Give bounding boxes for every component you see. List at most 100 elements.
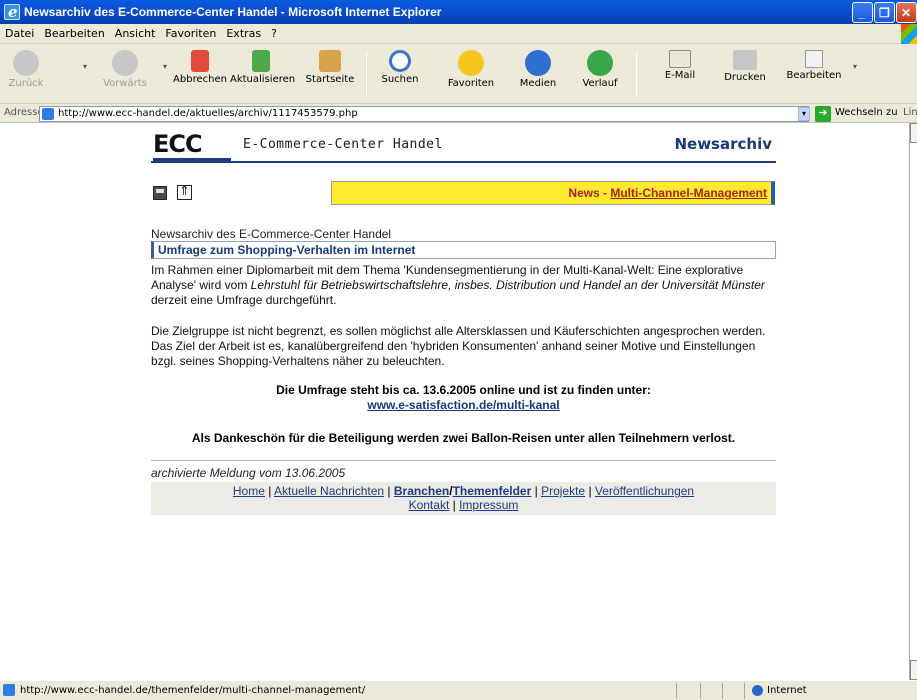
scroll-up-arrow-icon[interactable] <box>910 123 917 143</box>
footer-separator: | <box>531 484 542 498</box>
links-label[interactable]: Links <box>903 107 917 118</box>
thanks-line: Als Dankeschön für die Beteiligung werde… <box>191 431 736 445</box>
scroll-down-arrow-icon[interactable] <box>910 660 917 680</box>
menu-help[interactable]: ? <box>266 24 282 43</box>
footer-link-branchen[interactable]: Branchen <box>394 484 449 498</box>
up-arrow-icon[interactable] <box>177 183 192 200</box>
stop-icon <box>191 50 209 72</box>
back-arrow-icon <box>13 50 39 76</box>
history-icon <box>587 50 613 76</box>
footer-link-imprint[interactable]: Impressum <box>459 498 518 512</box>
footer-link-news[interactable]: Aktuelle Nachrichten <box>274 484 384 498</box>
refresh-icon <box>252 50 270 72</box>
footer-nav: Home | Aktuelle Nachrichten | Branchen/T… <box>151 482 776 515</box>
history-label: Verlauf <box>582 78 618 89</box>
mail-label: E-Mail <box>664 70 696 81</box>
back-dropdown-icon[interactable]: ▾ <box>78 48 88 100</box>
favorites-label: Favoriten <box>447 78 495 89</box>
address-bar: Adresse http://www.ecc-handel.de/aktuell… <box>0 105 917 123</box>
security-zone: Internet <box>767 685 807 696</box>
tools-row: News - Multi-Channel-Management <box>151 181 776 211</box>
refresh-label: Aktualisieren <box>230 74 296 85</box>
footer-separator: | <box>585 484 595 498</box>
mail-button[interactable]: E-Mail <box>660 48 700 100</box>
forward-button[interactable]: Vorwärts <box>100 48 150 100</box>
vertical-scrollbar[interactable] <box>909 123 917 680</box>
forward-label: Vorwärts <box>103 78 147 89</box>
browser-window: Newsarchiv des E-Commerce-Center Handel … <box>0 0 917 700</box>
edit-label: Bearbeiten <box>786 70 842 81</box>
university-chair: Lehrstuhl für Betriebswirtschaftslehre, … <box>250 278 765 292</box>
favorites-star-icon <box>458 50 484 76</box>
media-icon <box>525 50 551 76</box>
minimize-button[interactable]: _ <box>852 2 873 23</box>
footer-link-publications[interactable]: Veröffentlichungen <box>595 484 694 498</box>
footer-separator: | <box>264 484 275 498</box>
ie-app-icon <box>4 0 20 24</box>
restore-button[interactable]: ❐ <box>874 2 895 23</box>
archive-title: Newsarchiv des E-Commerce-Center Handel <box>151 227 392 241</box>
address-dropdown-icon[interactable]: ▾ <box>798 107 810 121</box>
news-category-bar: News - Multi-Channel-Management <box>331 181 775 205</box>
page-icon <box>42 108 54 120</box>
footer-link-projekte[interactable]: Projekte <box>541 484 585 498</box>
status-bar: http://www.ecc-handel.de/themenfelder/mu… <box>0 680 917 700</box>
mail-icon <box>669 50 691 68</box>
status-divider <box>722 683 723 699</box>
go-arrow-icon[interactable]: ➔ <box>815 106 831 122</box>
page-content: ECC E-Commerce-Center Handel Newsarchiv … <box>151 123 776 515</box>
stop-label: Abbrechen <box>173 74 227 85</box>
news-category-link[interactable]: Multi-Channel-Management <box>610 186 767 200</box>
menu-favoriten[interactable]: Favoriten <box>160 24 221 43</box>
search-button[interactable]: Suchen <box>380 48 420 100</box>
footer-link-home[interactable]: Home <box>233 484 265 498</box>
minimize-icon: _ <box>858 6 865 20</box>
go-button-label[interactable]: Wechseln zu <box>835 107 898 118</box>
status-url: http://www.ecc-handel.de/themenfelder/mu… <box>20 685 366 696</box>
footer-link-contact[interactable]: Kontakt <box>409 498 450 512</box>
site-header: ECC E-Commerce-Center Handel Newsarchiv <box>151 131 776 163</box>
print-button[interactable]: Drucken <box>722 48 768 100</box>
footer-link-themenfelder[interactable]: Themenfelder <box>453 484 532 498</box>
history-button[interactable]: Verlauf <box>580 48 620 100</box>
address-url: http://www.ecc-handel.de/aktuelles/archi… <box>58 108 358 119</box>
menu-datei[interactable]: Datei <box>0 24 39 43</box>
survey-online-line: Die Umfrage steht bis ca. 13.6.2005 onli… <box>276 383 651 397</box>
home-button[interactable]: Startseite <box>304 48 356 100</box>
word-edit-icon <box>805 50 823 68</box>
article-headline: Umfrage zum Shopping-Verhalten im Intern… <box>151 241 776 259</box>
close-icon: ✕ <box>901 6 912 20</box>
article-paragraph-2: Die Zielgruppe ist nicht begrenzt, es so… <box>151 324 766 368</box>
survey-link[interactable]: www.e-satisfaction.de/multi-kanal <box>367 398 559 412</box>
media-button[interactable]: Medien <box>518 48 558 100</box>
search-label: Suchen <box>381 74 419 85</box>
home-icon <box>319 50 341 72</box>
window-title: Newsarchiv des E-Commerce-Center Handel … <box>24 5 442 19</box>
ecc-logo[interactable]: ECC <box>153 131 203 157</box>
page-viewport: ECC E-Commerce-Center Handel Newsarchiv … <box>0 123 917 680</box>
print-icon[interactable] <box>153 186 167 200</box>
section-title: Newsarchiv <box>674 135 772 153</box>
close-button[interactable]: ✕ <box>896 2 917 23</box>
internet-zone-icon <box>752 685 763 696</box>
forward-dropdown-icon[interactable]: ▾ <box>158 48 168 100</box>
page-status-icon <box>3 684 15 696</box>
edit-button[interactable]: Bearbeiten <box>786 48 842 100</box>
footer-separator: | <box>384 484 394 498</box>
windows-logo-icon <box>901 24 917 44</box>
forward-arrow-icon <box>112 50 138 76</box>
address-input[interactable]: http://www.ecc-handel.de/aktuelles/archi… <box>39 106 809 122</box>
refresh-button[interactable]: Aktualisieren <box>230 48 296 100</box>
article-paragraph-1: Im Rahmen einer Diplomarbeit mit dem The… <box>151 263 776 308</box>
menu-extras[interactable]: Extras <box>221 24 266 43</box>
favorites-button[interactable]: Favoriten <box>446 48 496 100</box>
edit-dropdown-icon[interactable]: ▾ <box>848 48 858 100</box>
survey-info: Die Umfrage steht bis ca. 13.6.2005 onli… <box>151 383 776 413</box>
title-bar: Newsarchiv des E-Commerce-Center Handel … <box>0 0 917 24</box>
back-button[interactable]: Zurück <box>6 48 46 100</box>
menu-bearbeiten[interactable]: Bearbeiten <box>39 24 109 43</box>
status-divider <box>676 683 677 699</box>
stop-button[interactable]: Abbrechen <box>172 48 228 100</box>
site-name: E-Commerce-Center Handel <box>243 137 443 152</box>
menu-ansicht[interactable]: Ansicht <box>110 24 161 43</box>
